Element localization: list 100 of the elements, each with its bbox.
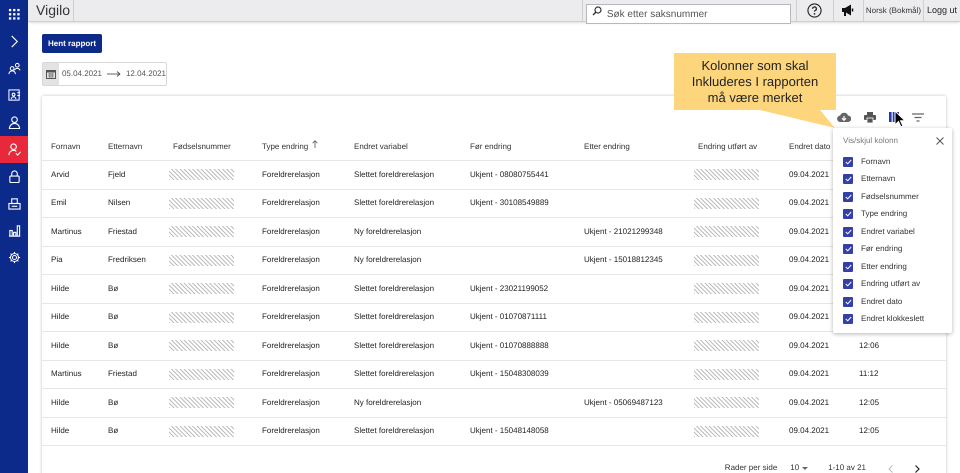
- tray-icon: [8, 197, 20, 210]
- people-icon: [8, 62, 20, 75]
- table-cell: Ukjent - 01070888888: [470, 340, 549, 352]
- table-cell: Martinus: [51, 368, 82, 380]
- calendar-icon: [46, 69, 56, 79]
- print-icon[interactable]: [864, 112, 876, 122]
- column-toggle[interactable]: Etter endring: [843, 258, 952, 276]
- table-cell: Ukjent - 05069487123: [584, 396, 663, 409]
- column-toggle[interactable]: Fødselsnummer: [843, 188, 952, 206]
- table-cell: Arvid: [51, 168, 70, 181]
- column-header[interactable]: Fornavn: [51, 140, 80, 152]
- table-cell: Slettet foreldrerelasjon: [354, 282, 434, 295]
- logout-button[interactable]: Logg ut: [926, 4, 958, 18]
- table-cell: Pia: [51, 254, 63, 266]
- table-cell: 09.04.2021: [789, 425, 830, 438]
- redacted-field: [169, 226, 234, 238]
- column-toggle[interactable]: Endret variabel: [843, 223, 952, 240]
- next-page-icon[interactable]: [915, 465, 920, 473]
- redacted-field: [694, 312, 759, 323]
- table-cell: Fredriksen: [108, 254, 146, 266]
- table-cell: Ukjent - 01070871111: [470, 311, 547, 324]
- page-range: 1-10 av 21: [828, 462, 866, 473]
- column-header[interactable]: Fødselsnummer: [173, 140, 231, 152]
- end-date: 12.04.2021: [126, 68, 166, 80]
- table-cell: Hilde: [51, 425, 70, 438]
- table-cell: 09.04.2021: [789, 311, 830, 324]
- checkbox[interactable]: [843, 174, 853, 184]
- bar-chart-icon: [8, 224, 20, 237]
- table-cell: Martinus: [51, 226, 82, 238]
- table-cell: Hilde: [51, 311, 70, 324]
- column-toggle[interactable]: Endret klokkeslett: [843, 310, 952, 328]
- table-cell: Ny foreldrerelasjon: [354, 254, 422, 266]
- table-cell: Slettet foreldrerelasjon: [354, 197, 434, 210]
- table-cell: Slettet foreldrerelasjon: [354, 425, 434, 438]
- apps-icon: [8, 8, 20, 20]
- redacted-field: [169, 397, 234, 408]
- table-cell: Foreldrerelasjon: [262, 254, 320, 266]
- table-cell: Foreldrerelasjon: [262, 311, 320, 324]
- column-header[interactable]: Endret variabel: [354, 140, 408, 152]
- column-toggle[interactable]: Type endring: [843, 206, 952, 223]
- table-cell: Hilde: [51, 282, 70, 295]
- table-cell: Hilde: [51, 340, 70, 352]
- column-toggle[interactable]: Fornavn: [843, 153, 952, 170]
- sort-arrow-icon[interactable]: [312, 140, 318, 148]
- redacted-field: [694, 368, 759, 380]
- column-toggle[interactable]: Endring utført av: [843, 276, 952, 293]
- table-cell: 09.04.2021: [789, 368, 830, 380]
- app-title: Vigilo: [36, 1, 70, 20]
- column-toggle[interactable]: Endret dato: [843, 293, 952, 310]
- column-header[interactable]: Etternavn: [108, 140, 142, 152]
- table-cell: Nilsen: [108, 197, 130, 210]
- table-cell: Bø: [108, 311, 118, 324]
- checkbox[interactable]: [843, 279, 853, 290]
- search-field[interactable]: Søk etter saksnummer: [586, 4, 791, 24]
- lock-icon: [8, 170, 20, 183]
- redacted-field: [169, 169, 234, 180]
- report-icon: [8, 89, 20, 102]
- megaphone-icon[interactable]: [841, 4, 856, 17]
- column-header[interactable]: Type endring: [262, 140, 308, 152]
- column-header[interactable]: Før endring: [470, 140, 512, 152]
- table-cell: 09.04.2021: [789, 254, 830, 266]
- checkbox[interactable]: [843, 209, 853, 220]
- language-selector[interactable]: Norsk (Bokmål): [866, 4, 921, 16]
- table-cell: Ukjent - 21021299348: [584, 226, 663, 238]
- filter-icon[interactable]: [912, 112, 924, 122]
- table-cell: Ukjent - 15048308039: [470, 368, 549, 380]
- close-icon[interactable]: [936, 137, 944, 145]
- redacted-field: [694, 169, 759, 180]
- table-cell: Friestad: [108, 368, 137, 380]
- checkbox[interactable]: [843, 262, 853, 272]
- column-header[interactable]: Endring utført av: [698, 140, 758, 152]
- table-cell: Bø: [108, 425, 118, 438]
- checkbox[interactable]: [843, 226, 853, 237]
- table-cell: Slettet foreldrerelasjon: [354, 368, 434, 380]
- table-cell: Slettet foreldrerelasjon: [354, 168, 434, 181]
- checkbox[interactable]: [843, 156, 853, 167]
- table-cell: Ny foreldrerelasjon: [354, 396, 422, 409]
- date-range-field[interactable]: 05.04.2021 12.04.2021: [42, 62, 167, 86]
- table-cell: 09.04.2021: [789, 197, 830, 210]
- report-button[interactable]: Hent rapport: [42, 34, 102, 53]
- column-toggle[interactable]: Før endring: [843, 240, 952, 258]
- checkbox[interactable]: [843, 192, 853, 202]
- table-cell: Foreldrerelasjon: [262, 368, 320, 380]
- checkbox[interactable]: [843, 296, 853, 307]
- start-date: 05.04.2021: [62, 68, 102, 80]
- search-icon: [592, 6, 602, 16]
- table-cell: Ukjent - 30108549889: [470, 197, 549, 210]
- redacted-field: [694, 254, 759, 266]
- checkbox[interactable]: [843, 244, 853, 254]
- column-header[interactable]: Etter endring: [584, 140, 630, 152]
- table-cell: Ukjent - 23021199052: [470, 282, 548, 295]
- column-toggle[interactable]: Etternavn: [843, 170, 952, 188]
- table-cell: Ny foreldrerelasjon: [354, 226, 422, 238]
- checkbox[interactable]: [843, 314, 853, 324]
- column-header[interactable]: Endret dato: [789, 140, 830, 152]
- help-icon[interactable]: [807, 3, 822, 18]
- table-cell: Foreldrerelasjon: [262, 396, 320, 409]
- table-cell: Hilde: [51, 396, 70, 409]
- cloud-download-icon[interactable]: [837, 112, 851, 122]
- rows-per-page-select[interactable]: 10: [790, 462, 808, 473]
